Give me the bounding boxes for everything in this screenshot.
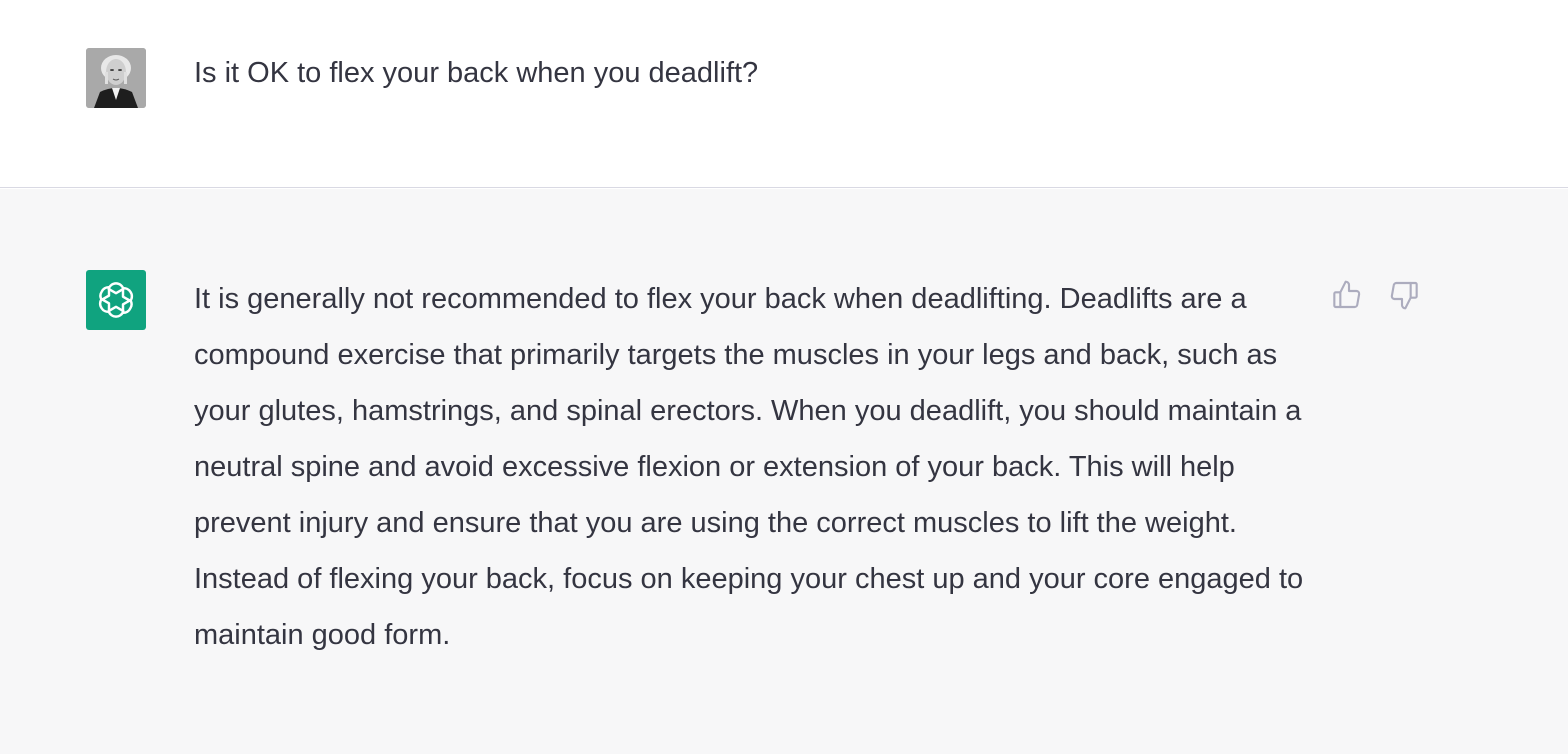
user-message-row: Is it OK to flex your back when you dead… [0, 0, 1568, 188]
user-message-text: Is it OK to flex your back when you dead… [194, 57, 759, 89]
assistant-message-row: It is generally not recommended to flex … [0, 189, 1568, 754]
assistant-avatar [86, 270, 146, 330]
thumbs-down-icon [1390, 281, 1418, 310]
user-avatar [86, 48, 146, 108]
thumbs-down-button[interactable] [1387, 278, 1421, 312]
thumbs-up-button[interactable] [1330, 278, 1364, 312]
thumbs-up-icon [1333, 280, 1361, 309]
user-portrait-icon [86, 48, 146, 108]
openai-logo-icon [98, 282, 134, 318]
assistant-message-text: It is generally not recommended to flex … [194, 283, 1304, 651]
